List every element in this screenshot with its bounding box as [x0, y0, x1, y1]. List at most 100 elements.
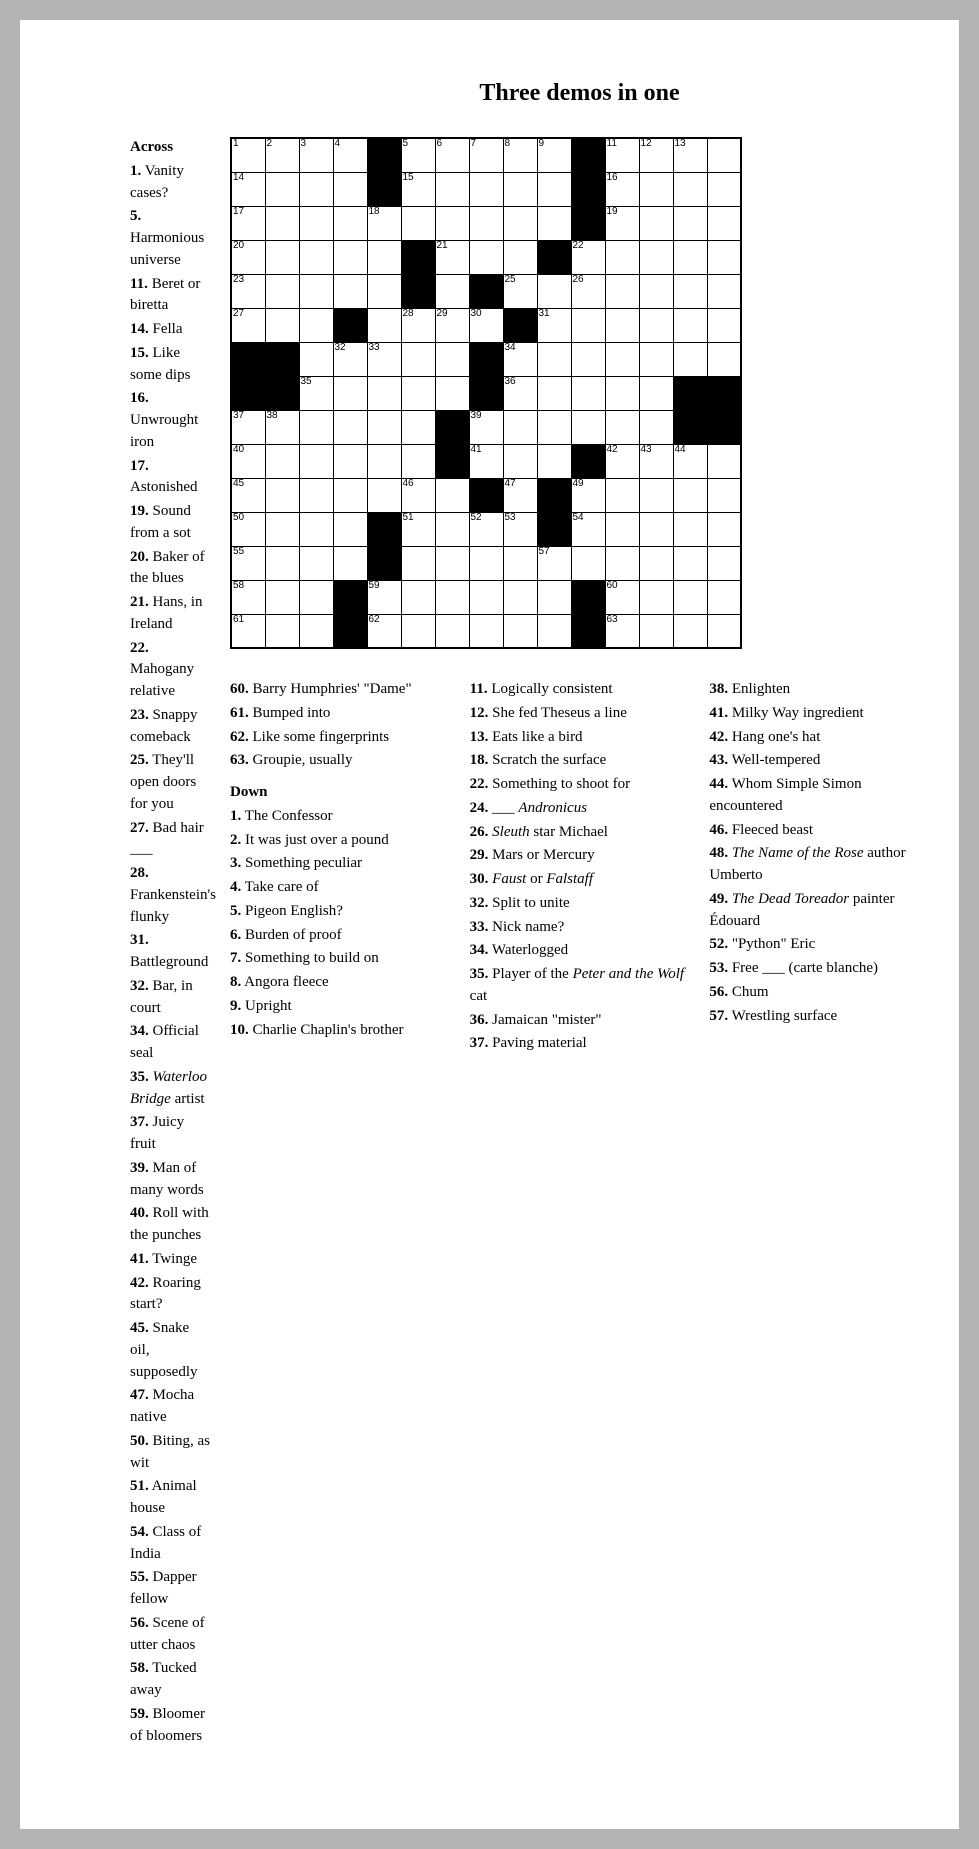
grid-cell[interactable]: 7 [469, 138, 503, 172]
grid-cell[interactable] [503, 444, 537, 478]
grid-cell[interactable]: 23 [231, 274, 265, 308]
grid-cell[interactable] [537, 614, 571, 648]
grid-cell[interactable] [401, 206, 435, 240]
grid-cell[interactable] [333, 172, 367, 206]
grid-cell[interactable] [503, 240, 537, 274]
grid-cell[interactable] [503, 206, 537, 240]
grid-cell[interactable]: 60 [605, 580, 639, 614]
grid-cell[interactable] [673, 512, 707, 546]
grid-cell[interactable] [299, 172, 333, 206]
grid-cell[interactable]: 47 [503, 478, 537, 512]
grid-cell[interactable] [605, 478, 639, 512]
grid-cell[interactable]: 51 [401, 512, 435, 546]
grid-cell[interactable]: 22 [571, 240, 605, 274]
grid-cell[interactable] [299, 240, 333, 274]
grid-cell[interactable] [299, 614, 333, 648]
grid-cell[interactable] [333, 478, 367, 512]
grid-cell[interactable] [707, 342, 741, 376]
grid-cell[interactable] [333, 512, 367, 546]
grid-cell[interactable]: 14 [231, 172, 265, 206]
grid-cell[interactable]: 6 [435, 138, 469, 172]
grid-cell[interactable] [333, 240, 367, 274]
grid-cell[interactable] [571, 342, 605, 376]
grid-cell[interactable] [333, 376, 367, 410]
grid-cell[interactable] [401, 410, 435, 444]
grid-cell[interactable] [639, 172, 673, 206]
grid-cell[interactable] [367, 478, 401, 512]
grid-cell[interactable]: 34 [503, 342, 537, 376]
grid-cell[interactable] [673, 546, 707, 580]
grid-cell[interactable]: 42 [605, 444, 639, 478]
grid-cell[interactable]: 53 [503, 512, 537, 546]
grid-cell[interactable] [639, 342, 673, 376]
grid-cell[interactable] [673, 614, 707, 648]
grid-cell[interactable] [333, 444, 367, 478]
grid-cell[interactable] [707, 614, 741, 648]
grid-cell[interactable] [639, 274, 673, 308]
grid-cell[interactable]: 16 [605, 172, 639, 206]
grid-cell[interactable] [401, 376, 435, 410]
grid-cell[interactable] [299, 580, 333, 614]
grid-cell[interactable] [435, 342, 469, 376]
grid-cell[interactable] [673, 580, 707, 614]
grid-cell[interactable] [265, 206, 299, 240]
grid-cell[interactable] [265, 546, 299, 580]
grid-cell[interactable] [299, 546, 333, 580]
grid-cell[interactable] [503, 614, 537, 648]
grid-cell[interactable]: 28 [401, 308, 435, 342]
grid-cell[interactable]: 41 [469, 444, 503, 478]
grid-cell[interactable]: 19 [605, 206, 639, 240]
grid-cell[interactable] [707, 512, 741, 546]
grid-cell[interactable]: 52 [469, 512, 503, 546]
grid-cell[interactable] [265, 172, 299, 206]
grid-cell[interactable]: 39 [469, 410, 503, 444]
grid-cell[interactable]: 25 [503, 274, 537, 308]
grid-cell[interactable] [401, 614, 435, 648]
grid-cell[interactable]: 59 [367, 580, 401, 614]
grid-cell[interactable] [299, 478, 333, 512]
grid-cell[interactable] [639, 308, 673, 342]
grid-cell[interactable] [469, 580, 503, 614]
grid-cell[interactable] [571, 308, 605, 342]
grid-cell[interactable] [639, 376, 673, 410]
grid-cell[interactable] [435, 274, 469, 308]
grid-cell[interactable] [571, 376, 605, 410]
grid-cell[interactable]: 33 [367, 342, 401, 376]
grid-cell[interactable] [639, 240, 673, 274]
grid-cell[interactable] [537, 206, 571, 240]
grid-cell[interactable] [401, 546, 435, 580]
grid-cell[interactable] [367, 410, 401, 444]
grid-cell[interactable] [707, 172, 741, 206]
grid-cell[interactable] [265, 580, 299, 614]
grid-cell[interactable]: 13 [673, 138, 707, 172]
crossword-grid[interactable]: 1234567891112131415161718192021222325262… [230, 137, 742, 649]
grid-cell[interactable] [503, 546, 537, 580]
grid-cell[interactable] [673, 172, 707, 206]
grid-cell[interactable]: 63 [605, 614, 639, 648]
grid-cell[interactable] [469, 546, 503, 580]
grid-cell[interactable]: 62 [367, 614, 401, 648]
grid-cell[interactable] [605, 410, 639, 444]
grid-cell[interactable]: 61 [231, 614, 265, 648]
grid-cell[interactable]: 44 [673, 444, 707, 478]
grid-cell[interactable] [639, 478, 673, 512]
grid-cell[interactable] [639, 410, 673, 444]
grid-cell[interactable]: 11 [605, 138, 639, 172]
grid-cell[interactable] [707, 580, 741, 614]
grid-cell[interactable] [537, 172, 571, 206]
grid-cell[interactable] [707, 274, 741, 308]
grid-cell[interactable] [299, 308, 333, 342]
grid-cell[interactable] [503, 172, 537, 206]
grid-cell[interactable] [401, 580, 435, 614]
grid-cell[interactable] [537, 342, 571, 376]
grid-cell[interactable] [673, 342, 707, 376]
grid-cell[interactable]: 36 [503, 376, 537, 410]
grid-cell[interactable] [469, 206, 503, 240]
grid-cell[interactable]: 17 [231, 206, 265, 240]
grid-cell[interactable] [503, 580, 537, 614]
grid-cell[interactable] [333, 410, 367, 444]
grid-cell[interactable] [571, 546, 605, 580]
grid-cell[interactable] [537, 580, 571, 614]
grid-cell[interactable] [673, 274, 707, 308]
grid-cell[interactable] [605, 342, 639, 376]
